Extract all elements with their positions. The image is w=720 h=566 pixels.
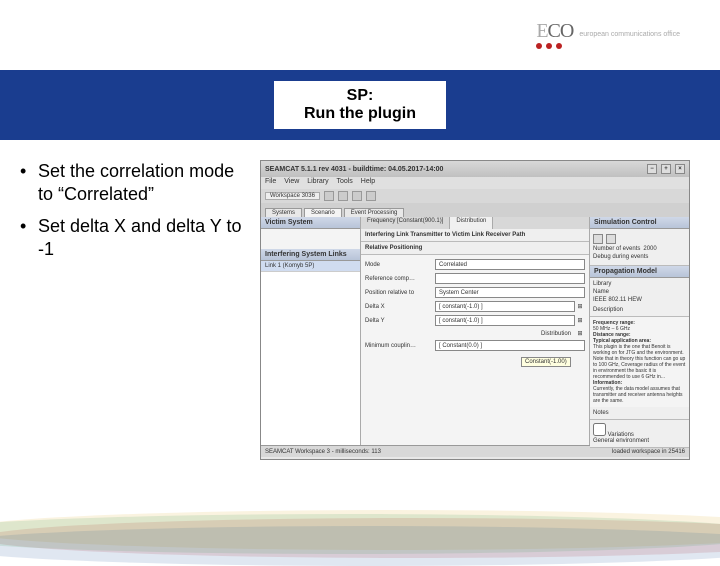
bullet-item: Set the correlation mode to “Correlated” [20,160,250,207]
title-box: SP: Run the plugin [274,81,446,129]
label-mincoupling: Minimum couplin… [365,343,435,349]
dist-label: Distribution [541,331,571,337]
maximize-button[interactable]: + [661,164,671,174]
library-label: Library [593,281,686,287]
window-title: SEAMCAT 5.1.1 rev 4031 - buildtime: 04.0… [265,166,443,173]
title-line1: SP: [304,87,416,105]
label-ref: Reference comp… [365,276,435,282]
title-line2: Run the plugin [304,105,416,123]
title-band: SP: Run the plugin [0,70,720,140]
bullet-list: Set the correlation mode to “Correlated”… [20,160,250,460]
field-mode[interactable]: Correlated [435,259,585,270]
mid-tab-freq[interactable]: Frequency [Constant(900.1)] [361,217,450,229]
description-panel: Frequency range: 50 MHz – 6 GHz Distance… [590,317,689,407]
field-deltay[interactable]: [ constant(-1.0) ] [435,315,575,326]
events-label: Number of events [593,246,640,252]
desc-body2: Currently, the data model assumes that t… [593,386,683,404]
dist-icon[interactable]: ⊞ [575,303,585,310]
sim-control-header: Simulation Control [590,217,689,229]
victim-header: Victim System [261,217,360,229]
logo-brand: ECO [536,20,573,43]
footer-decoration [0,480,720,540]
minimize-button[interactable]: − [647,164,657,174]
app-screenshot: SEAMCAT 5.1.1 rev 4031 - buildtime: 04.0… [260,160,690,460]
right-panel: Simulation Control Number of events 2000… [589,217,689,445]
logo: ECO european communications office [536,20,680,49]
mid-tabs: Frequency [Constant(900.1)] Distribution [361,217,589,229]
label-deltay: Delta Y [365,318,435,324]
field-mincoupling[interactable]: [ Constant(0.0) ] [435,340,585,351]
field-pos[interactable]: System Center [435,287,585,298]
debug-label: Debug during events [593,254,648,260]
label-deltax: Delta X [365,304,435,310]
events-value[interactable]: 2000 [643,246,656,252]
menu-tools[interactable]: Tools [336,178,352,185]
form: ModeCorrelated Reference comp… Position … [361,255,589,445]
label-mode: Mode [365,262,435,268]
tab-scenario[interactable]: Scenario [304,208,342,217]
run-button[interactable] [593,234,603,244]
field-deltax[interactable]: [ constant(-1.0) ] [435,301,575,312]
menu-file[interactable]: File [265,178,276,185]
toolbar-icon[interactable] [338,191,348,201]
desc-body: This plugin is the one that Benoit is wo… [593,344,685,380]
name-field[interactable]: IEEE 802.11 HEW [593,297,686,307]
menu-library[interactable]: Library [307,178,328,185]
prop-model-header: Propagation Model [590,266,689,278]
close-button[interactable]: × [675,164,685,174]
field-ref[interactable] [435,273,585,284]
mid-panel: Frequency [Constant(900.1)] Distribution… [361,217,589,445]
stop-button[interactable] [606,234,616,244]
window-titlebar: SEAMCAT 5.1.1 rev 4031 - buildtime: 04.0… [261,161,689,177]
desc-label: Description [593,307,686,313]
dist-icon[interactable]: ⊞ [575,317,585,324]
tab-event-processing[interactable]: Event Processing [344,208,405,217]
path-label: Interfering Link Transmitter to Victim L… [361,229,589,242]
toolbar-icon[interactable] [324,191,334,201]
main-tabs: Systems Scenario Event Processing [261,203,689,217]
mid-tab-dist[interactable]: Distribution [450,217,493,229]
status-left: SEAMCAT Workspace 3 - milliseconds: 113 [265,449,381,455]
bullet-item: Set delta X and delta Y to -1 [20,215,250,262]
variations-checkbox[interactable] [593,423,606,436]
toolbar-icon[interactable] [352,191,362,201]
label-pos: Position relative to [365,290,435,296]
relative-positioning-header: Relative Positioning [361,242,589,255]
status-right: loaded workspace in 25416 [612,449,685,455]
menubar: File View Library Tools Help [261,177,689,189]
logo-subtitle: european communications office [579,31,680,38]
link-item[interactable]: Link 1 (Komyb 5P) [261,261,360,272]
name-label: Name [593,289,609,295]
left-list: Link 1 (Komyb 5P) [261,261,360,445]
content: Set the correlation mode to “Correlated”… [20,160,700,460]
general-env-label: General environment [593,438,686,444]
toolbar: Workspace 3036 [261,189,689,203]
workspace-tab[interactable]: Workspace 3036 [265,192,320,200]
menu-help[interactable]: Help [361,178,375,185]
app-body: Victim System Interfering System Links L… [261,217,689,445]
menu-view[interactable]: View [284,178,299,185]
tab-systems[interactable]: Systems [265,208,302,217]
tooltip: Constant(-1.00) [521,357,571,367]
dist-expand-icon[interactable]: ⊞ [575,330,585,337]
left-panel: Victim System Interfering System Links L… [261,217,361,445]
interfering-header: Interfering System Links [261,249,360,261]
notes-label: Notes [593,410,686,416]
toolbar-icon[interactable] [366,191,376,201]
logo-dots [536,43,573,49]
